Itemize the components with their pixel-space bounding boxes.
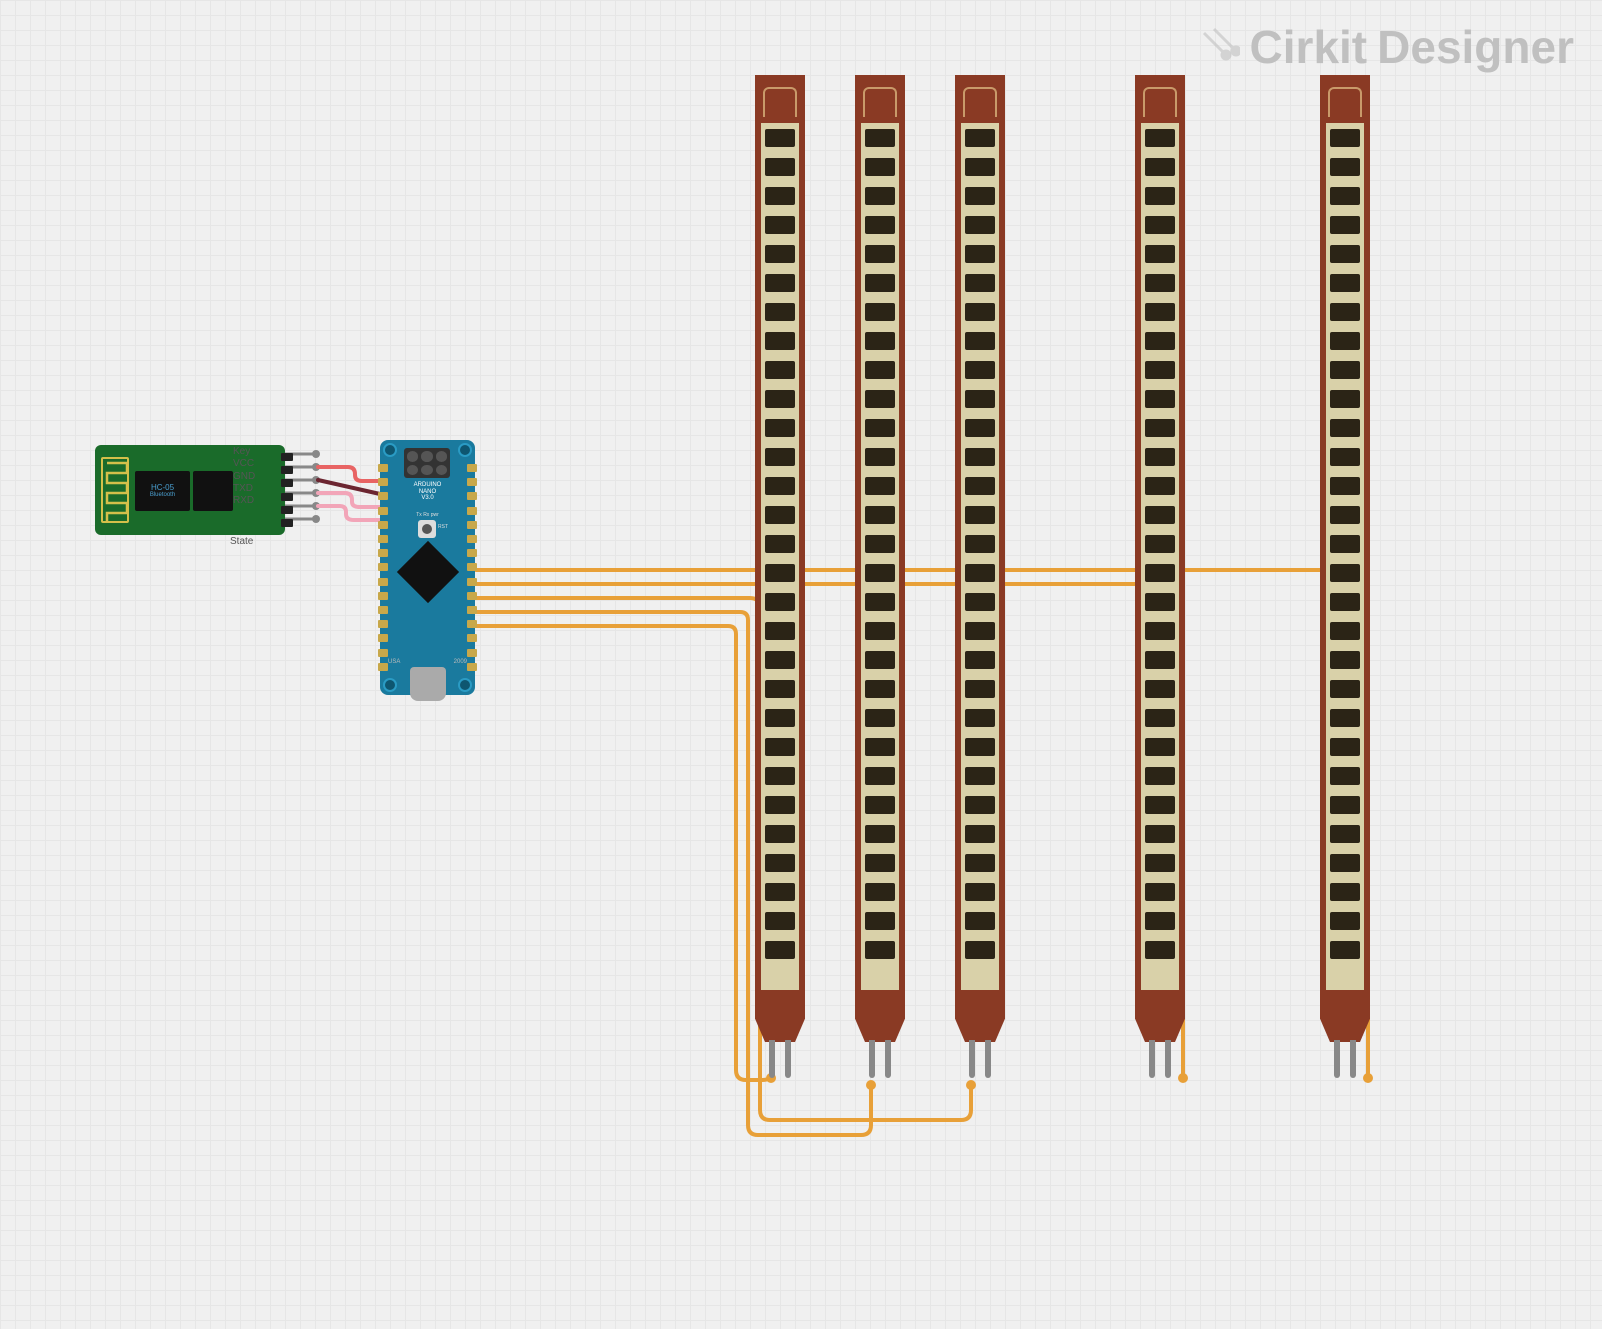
flex-sensor-3[interactable]: [955, 75, 1005, 1080]
flex-sensor-top: [1135, 75, 1185, 123]
nano-left-pins[interactable]: [378, 464, 388, 671]
flex-sensor-bottom: [1320, 990, 1370, 1042]
flex-sensor-pins[interactable]: [865, 1040, 895, 1080]
flex-sensor-body: [1135, 123, 1185, 990]
flex-sensor-2[interactable]: [855, 75, 905, 1080]
flex-sensor-body: [755, 123, 805, 990]
watermark-product: Designer: [1377, 20, 1574, 74]
flex-sensor-bottom: [955, 990, 1005, 1042]
watermark-logo: Cirkit Designer: [1196, 20, 1574, 74]
flex-sensor-5[interactable]: [1320, 75, 1370, 1080]
hc05-pin-header: [281, 453, 297, 527]
nano-icsp-header: [404, 448, 450, 478]
nano-mcu-chip: [397, 541, 459, 603]
flex-sensor-4[interactable]: [1135, 75, 1185, 1080]
nano-year-label: 2009: [454, 659, 467, 665]
flex-sensor-bottom: [1135, 990, 1185, 1042]
nano-country-label: USA: [388, 659, 400, 665]
nano-reset-button[interactable]: [418, 520, 436, 538]
flex-sensor-pins[interactable]: [1330, 1040, 1360, 1080]
flex-sensor-top: [755, 75, 805, 123]
hc05-main-chip: HC-05 Bluetooth: [135, 471, 190, 511]
flex-sensor-pins[interactable]: [765, 1040, 795, 1080]
flex-sensor-bottom: [855, 990, 905, 1042]
nano-rst-label: RST: [438, 524, 448, 530]
flex-sensor-1[interactable]: [755, 75, 805, 1080]
hc05-secondary-chip: [193, 471, 233, 511]
hc05-state-label: State: [230, 536, 253, 547]
flex-sensor-body: [855, 123, 905, 990]
cirkit-logo-icon: [1196, 25, 1240, 69]
hc05-bluetooth-module[interactable]: HC-05 Bluetooth: [95, 445, 285, 535]
flex-sensor-body: [1320, 123, 1370, 990]
nano-right-pins[interactable]: [467, 464, 477, 671]
flex-sensor-body: [955, 123, 1005, 990]
hc05-antenna: [101, 457, 129, 523]
flex-sensor-top: [855, 75, 905, 123]
flex-sensor-top: [955, 75, 1005, 123]
nano-usb-port: [410, 667, 446, 701]
watermark-brand: Cirkit: [1250, 20, 1368, 74]
flex-sensor-bottom: [755, 990, 805, 1042]
hc05-pin-labels: Key VCC GND TXD RXD: [233, 446, 255, 507]
arduino-nano[interactable]: ARDUINO NANO V3.0 Tx Rx pwr RST USA 2009: [380, 440, 475, 695]
flex-sensor-top: [1320, 75, 1370, 123]
nano-tx-rx-labels: Tx Rx pwr: [380, 512, 475, 518]
nano-board-label: ARDUINO NANO V3.0: [380, 482, 475, 502]
flex-sensor-pins[interactable]: [965, 1040, 995, 1080]
flex-sensor-pins[interactable]: [1145, 1040, 1175, 1080]
